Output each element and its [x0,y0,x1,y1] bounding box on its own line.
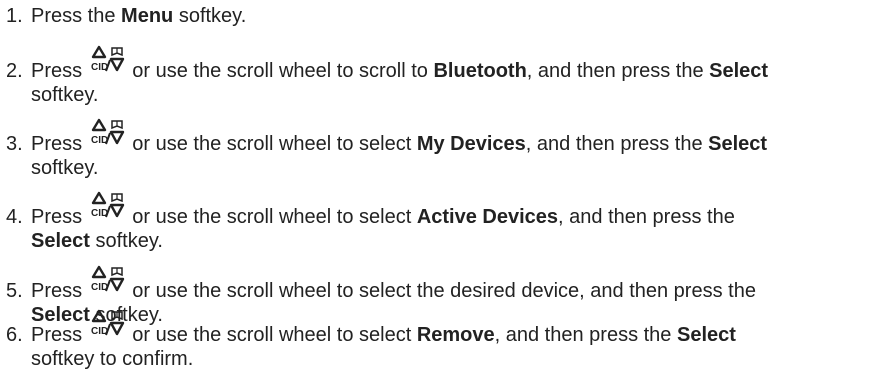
menu-softkey-label: Menu [121,5,174,27]
step-text: softkey to confirm. [31,348,194,370]
step-3: 3. Press CID or use the scroll wheel to s… [6,118,866,180]
select-softkey-label: Select [31,230,90,252]
step-2: 2. Press CID or use the scroll wheel to s… [6,45,866,107]
step-text: , and then press the [494,324,677,346]
step-text: Press [31,280,88,302]
step-text: softkey. [31,84,99,106]
step-text: or use the scroll wheel to select [126,324,417,346]
step-text: Press [31,324,88,346]
cid-up-phonebook-down-key-icon: CID [91,191,125,227]
select-softkey-label: Select [708,133,768,155]
step-text: or use the scroll wheel to select [126,133,417,155]
step-number: 6. [6,324,23,346]
step-number: 2. [6,60,23,82]
step-number: 4. [6,206,23,228]
step-number: 1. [6,5,23,27]
step-text: softkey. [173,5,247,27]
step-text: or use the scroll wheel to select the de… [126,280,756,302]
cid-up-phonebook-down-key-icon: CID [91,45,125,81]
step-text: softkey. [89,230,163,252]
cid-up-phonebook-down-key-icon: CID [91,265,125,301]
step-number: 5. [6,280,23,302]
step-text: , and then press the [525,133,709,155]
svg-text:CID: CID [91,135,108,146]
step-number: 3. [6,133,23,155]
svg-text:CID: CID [91,62,108,73]
step-text: or use the scroll wheel to scroll to [126,60,434,82]
bluetooth-menu-label: Bluetooth [433,60,527,82]
step-text: , and then press the [558,206,735,228]
svg-text:CID: CID [91,208,108,219]
select-softkey-label: Select [676,324,736,346]
step-1: 1. Press the Menu softkey. [6,4,866,28]
active-devices-menu-label: Active Devices [416,206,559,228]
step-text: , and then press the [526,60,710,82]
cid-up-phonebook-down-key-icon: CID [91,309,125,345]
svg-text:CID: CID [91,326,108,337]
step-6: 6. Press CID or use the scroll wheel to s… [6,309,866,371]
step-text: Press [31,133,88,155]
svg-text:CID: CID [91,282,108,293]
step-text: Press the [31,5,122,27]
step-text: softkey. [31,157,99,179]
remove-menu-label: Remove [416,324,495,346]
step-text: Press [31,60,88,82]
step-4: 4. Press CID or use the scroll wheel to s… [6,191,866,253]
instruction-list: 1. Press the Menu softkey. 2. Press CID or… [0,0,878,370]
step-text: or use the scroll wheel to select [126,206,417,228]
my-devices-menu-label: My Devices [416,133,526,155]
select-softkey-label: Select [709,60,769,82]
cid-up-phonebook-down-key-icon: CID [91,118,125,154]
step-text: Press [31,206,88,228]
